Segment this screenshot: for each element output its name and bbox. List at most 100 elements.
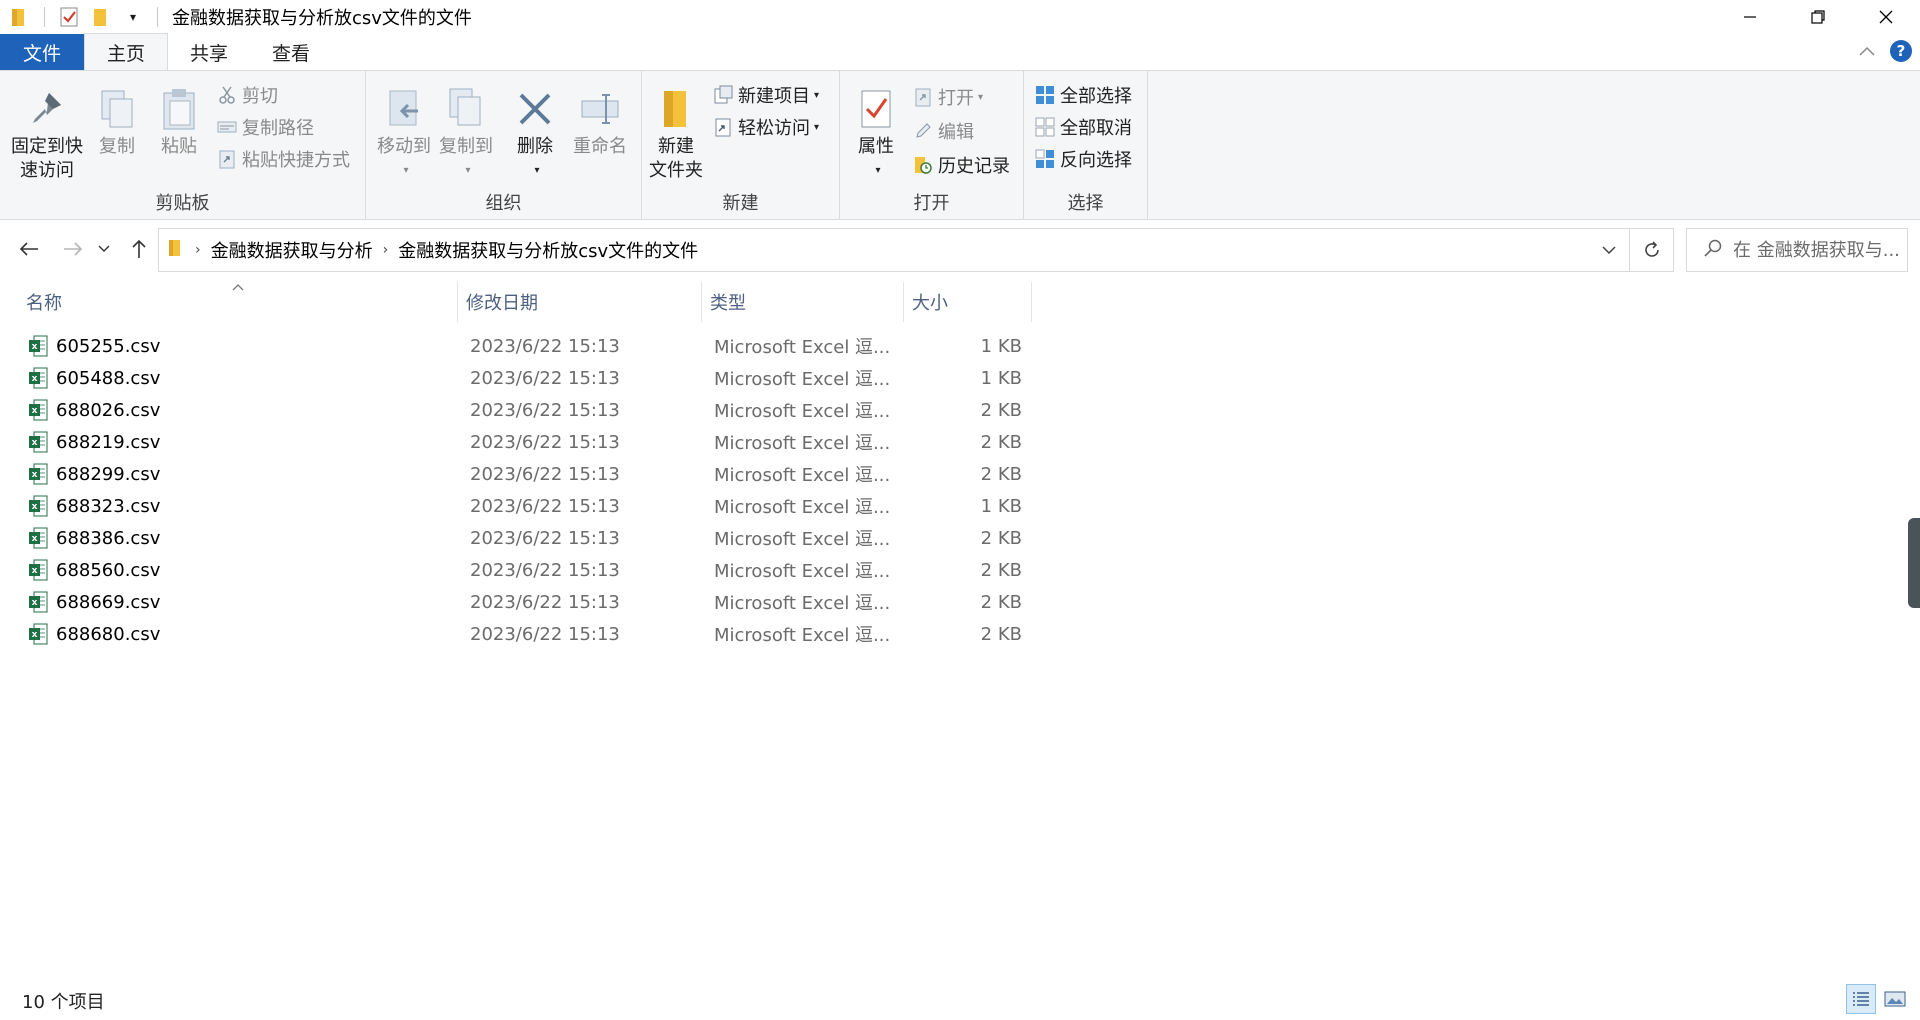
restore-icon xyxy=(1811,10,1825,24)
side-widget-handle[interactable] xyxy=(1908,518,1920,608)
new-item-button[interactable]: 新建项目 ▾ xyxy=(712,81,819,109)
refresh-icon xyxy=(1644,241,1659,257)
chevron-down-icon[interactable]: ▾ xyxy=(121,5,145,29)
column-size[interactable]: 大小 xyxy=(904,282,1032,322)
easy-access-button[interactable]: 轻松访问 ▾ xyxy=(712,113,819,141)
select-all-button[interactable]: 全部选择 xyxy=(1034,81,1132,109)
column-name[interactable]: 名称 xyxy=(18,282,458,322)
column-date[interactable]: 修改日期 xyxy=(458,282,702,322)
svg-text:x: x xyxy=(32,630,38,640)
file-type: Microsoft Excel 逗... xyxy=(714,369,891,390)
breadcrumb-current[interactable]: 金融数据获取与分析放csv文件的文件 xyxy=(398,237,698,263)
paste-label: 粘贴 xyxy=(161,136,197,157)
edit-label: 编辑 xyxy=(938,122,974,143)
edit-button[interactable]: 编辑 xyxy=(912,117,974,145)
copy-button[interactable]: 复制 xyxy=(92,85,142,159)
tab-view[interactable]: 查看 xyxy=(250,34,332,70)
chevron-right-icon[interactable]: › xyxy=(195,242,201,258)
pin-label-2: 速访问 xyxy=(20,160,74,181)
invert-selection-label: 反向选择 xyxy=(1060,150,1132,171)
recent-locations-button[interactable] xyxy=(94,234,114,264)
excel-csv-icon: x xyxy=(29,431,48,453)
table-row[interactable]: x 688299.csv 2023/6/22 15:13 Microsoft E… xyxy=(18,458,1032,490)
move-to-icon xyxy=(382,85,426,133)
up-button[interactable] xyxy=(124,234,154,264)
details-view-icon xyxy=(1853,992,1869,1006)
table-row[interactable]: x 688560.csv 2023/6/22 15:13 Microsoft E… xyxy=(18,554,1032,586)
collapse-ribbon-icon[interactable] xyxy=(1858,42,1876,61)
breadcrumb-parent[interactable]: 金融数据获取与分析 xyxy=(211,237,373,263)
chevron-down-icon: ▾ xyxy=(978,91,984,103)
refresh-button[interactable] xyxy=(1629,229,1673,271)
table-row[interactable]: x 688386.csv 2023/6/22 15:13 Microsoft E… xyxy=(18,522,1032,554)
select-none-button[interactable]: 全部取消 xyxy=(1034,113,1132,141)
paste-shortcut-label: 粘贴快捷方式 xyxy=(242,150,350,171)
pin-label-1: 固定到快 xyxy=(11,136,83,157)
minimize-button[interactable] xyxy=(1716,0,1784,34)
file-type: Microsoft Excel 逗... xyxy=(714,401,891,422)
properties-quick-icon[interactable] xyxy=(57,5,81,29)
help-icon[interactable]: ? xyxy=(1890,40,1912,62)
new-folder-quick-icon[interactable] xyxy=(89,5,113,29)
chevron-right-icon[interactable]: › xyxy=(383,242,389,258)
excel-csv-icon: x xyxy=(29,559,48,581)
tab-share[interactable]: 共享 xyxy=(168,34,250,70)
svg-text:x: x xyxy=(32,438,38,448)
excel-csv-icon: x xyxy=(29,335,48,357)
table-row[interactable]: x 688219.csv 2023/6/22 15:13 Microsoft E… xyxy=(18,426,1032,458)
invert-selection-button[interactable]: 反向选择 xyxy=(1034,145,1132,173)
restore-button[interactable] xyxy=(1784,0,1852,34)
svg-text:x: x xyxy=(32,406,38,416)
clipboard-group: 固定到快 速访问 复制 粘贴 剪切 复制路径 粘贴快捷方式 剪贴板 xyxy=(0,71,366,219)
table-row[interactable]: x 605255.csv 2023/6/22 15:13 Microsoft E… xyxy=(18,330,1032,362)
delete-button[interactable]: 删除 ▾ xyxy=(510,85,560,183)
cut-button[interactable]: 剪切 xyxy=(216,81,278,109)
copy-label: 复制 xyxy=(99,136,135,157)
open-button[interactable]: 打开 ▾ xyxy=(912,83,983,111)
copy-path-button[interactable]: 复制路径 xyxy=(216,113,314,141)
rename-button[interactable]: 重命名 xyxy=(570,85,630,159)
column-type[interactable]: 类型 xyxy=(702,282,904,322)
file-type: Microsoft Excel 逗... xyxy=(714,433,891,454)
address-bar[interactable]: › 金融数据获取与分析 › 金融数据获取与分析放csv文件的文件 xyxy=(158,228,1674,272)
file-size: 2 KB xyxy=(980,431,1022,453)
delete-x-icon xyxy=(513,85,557,133)
chevron-down-icon: ▾ xyxy=(814,89,820,101)
search-box[interactable] xyxy=(1686,228,1908,272)
file-name: 605255.csv xyxy=(56,335,161,357)
paste-button[interactable]: 粘贴 xyxy=(154,85,204,159)
history-button[interactable]: 历史记录 xyxy=(912,151,1010,179)
file-type: Microsoft Excel 逗... xyxy=(714,625,891,646)
file-name: 688219.csv xyxy=(56,431,161,453)
table-row[interactable]: x 688669.csv 2023/6/22 15:13 Microsoft E… xyxy=(18,586,1032,618)
details-view-button[interactable] xyxy=(1846,984,1876,1014)
move-to-button[interactable]: 移动到 ▾ xyxy=(374,85,434,183)
table-row[interactable]: x 688680.csv 2023/6/22 15:13 Microsoft E… xyxy=(18,618,1032,650)
forward-button[interactable] xyxy=(58,234,88,264)
new-folder-button[interactable]: 新建 文件夹 xyxy=(646,85,706,183)
table-row[interactable]: x 688026.csv 2023/6/22 15:13 Microsoft E… xyxy=(18,394,1032,426)
file-type: Microsoft Excel 逗... xyxy=(714,497,891,518)
back-button[interactable] xyxy=(14,234,44,264)
clipboard-group-label: 剪贴板 xyxy=(155,193,210,214)
easy-access-label: 轻松访问 xyxy=(738,118,810,139)
properties-icon xyxy=(854,85,898,133)
column-header: 名称 修改日期 类型 大小 xyxy=(18,282,1032,322)
copy-to-button[interactable]: 复制到 ▾ xyxy=(436,85,496,183)
file-size: 2 KB xyxy=(980,623,1022,645)
properties-button[interactable]: 属性 ▾ xyxy=(848,85,904,183)
pin-quick-access-button[interactable]: 固定到快 速访问 xyxy=(8,85,86,183)
table-row[interactable]: x 688323.csv 2023/6/22 15:13 Microsoft E… xyxy=(18,490,1032,522)
paste-shortcut-button[interactable]: 粘贴快捷方式 xyxy=(216,145,350,173)
close-button[interactable] xyxy=(1852,0,1920,34)
search-input[interactable] xyxy=(1733,239,1903,261)
table-row[interactable]: x 605488.csv 2023/6/22 15:13 Microsoft E… xyxy=(18,362,1032,394)
copy-path-icon xyxy=(216,116,238,138)
file-name: 688386.csv xyxy=(56,527,161,549)
folder-icon xyxy=(8,5,32,29)
tab-file[interactable]: 文件 xyxy=(0,34,84,70)
tab-home[interactable]: 主页 xyxy=(84,33,169,70)
large-icons-view-button[interactable] xyxy=(1880,984,1910,1014)
address-dropdown-button[interactable] xyxy=(1589,229,1629,271)
history-icon xyxy=(912,154,934,176)
